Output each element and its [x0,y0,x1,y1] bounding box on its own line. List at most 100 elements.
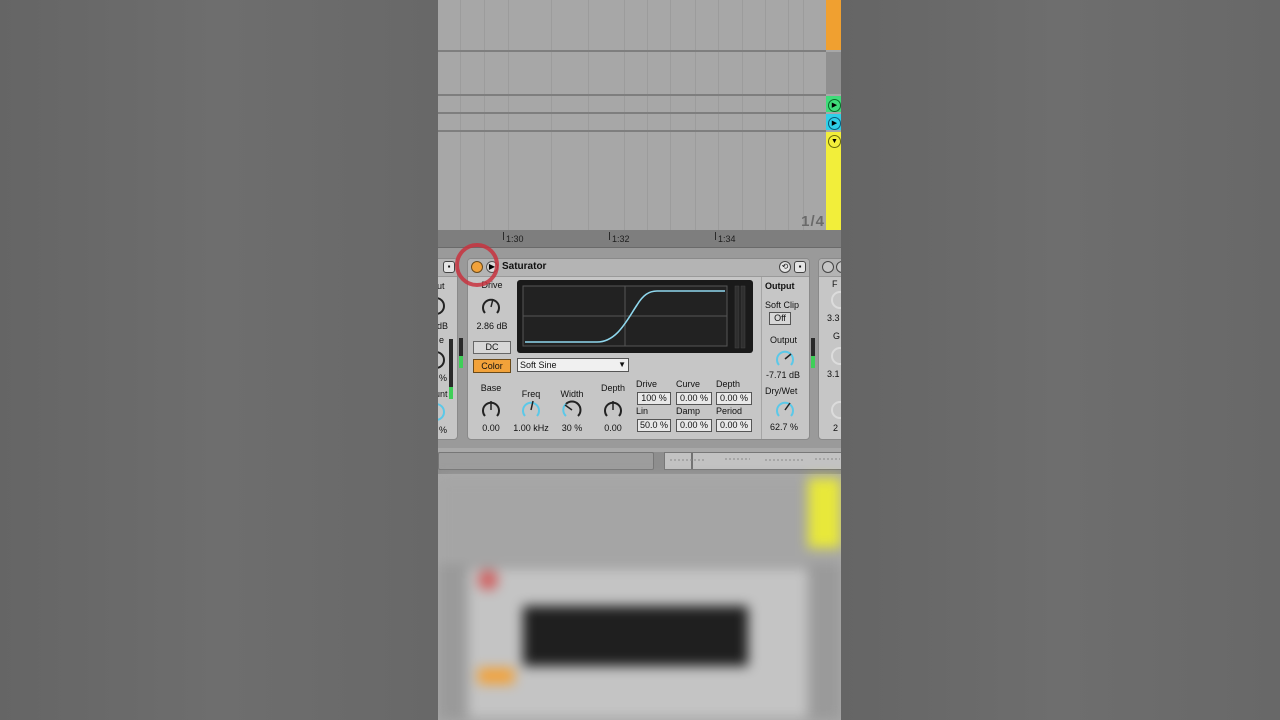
blurred-background-left [0,0,438,720]
device-title: Saturator [502,261,547,272]
grid-line [803,0,804,230]
grid-line [742,0,743,230]
ws-lin-label: Lin [636,406,649,416]
grid-line [460,0,461,230]
base-knob[interactable] [480,399,502,421]
blurred-background-right [841,0,1280,720]
param-label: unt [438,389,448,399]
base-label: Base [480,383,502,393]
ruler-label: 1:34 [718,234,736,244]
grid-line [588,0,589,230]
scrollbar[interactable] [438,452,654,470]
play-icon[interactable]: ▶ [828,99,841,112]
knob[interactable] [438,401,447,423]
soft-clip-label: Soft Clip [765,300,800,310]
ruler-tick [609,232,610,240]
track-divider [438,130,826,132]
drive-knob[interactable] [480,296,502,318]
device-chain: ▪ ut dB e % unt % ▶ Saturator ⟲ ▪ Drive [438,248,841,448]
depth-value: 0.00 [604,423,622,433]
level-meter [811,338,815,368]
param-value: 2 [833,423,839,433]
clip-empty[interactable] [826,52,841,94]
save-icon[interactable]: ▪ [794,261,806,273]
bottom-bar [438,452,841,474]
waveshaper-display [517,280,753,353]
param-value: % [439,373,448,383]
live-screen: ▶ ▶ ▼ 1/4 1:30 1:32 1:34 ▪ ut dB e % unt… [438,0,841,720]
param-label: e [439,335,445,345]
grid-line [765,0,766,230]
play-icon[interactable]: ▶ [828,117,841,130]
ws-curve-label: Curve [676,379,701,389]
ws-drive-label: Drive [636,379,658,389]
ruler-tick [503,232,504,240]
width-value: 30 % [561,423,583,433]
ws-curve-field[interactable]: 0.00 % [676,392,712,405]
drywet-knob[interactable] [774,399,796,421]
grid-line [788,0,789,230]
soft-clip-toggle[interactable]: Off [769,312,791,325]
param-label: G [833,331,841,341]
knob[interactable] [829,289,841,311]
drywet-value: 62.7 % [770,422,799,432]
param-value: 3.3 [827,313,840,323]
grid-line [670,0,671,230]
dc-button[interactable]: DC [473,341,511,354]
highlight-ring [455,243,499,287]
device-titlebar[interactable]: ▶ Saturator ⟲ ▪ [468,259,809,277]
grid-line [551,0,552,230]
knob[interactable] [829,345,841,367]
ws-damp-field[interactable]: 0.00 % [676,419,712,432]
grid-line [718,0,719,230]
time-ruler[interactable]: 1:30 1:32 1:34 [438,230,841,248]
freq-label: Freq [521,389,541,399]
depth-knob[interactable] [602,399,624,421]
track-divider [438,50,826,52]
color-button[interactable]: Color [473,359,511,373]
freq-knob[interactable] [520,399,542,421]
param-label: ut [438,281,445,291]
ws-period-field[interactable]: 0.00 % [716,419,752,432]
clip-orange[interactable] [826,0,841,50]
ws-drive-field[interactable]: 100 % [637,392,671,405]
blurred-duplicate [438,478,841,720]
knob[interactable] [829,399,841,421]
depth-label: Depth [600,383,626,393]
grid-line [508,0,509,230]
hot-swap-icon[interactable]: ⟲ [779,261,791,273]
previous-device[interactable]: ▪ ut dB e % unt % [438,258,458,440]
next-device[interactable]: F 3.3 G 3.1 2 [818,258,841,440]
grid-line [484,0,485,230]
shape-dropdown[interactable]: Soft Sine ▼ [517,358,629,372]
track-divider [438,112,826,114]
output-heading: Output [765,281,795,291]
overview-strip[interactable] [664,452,841,470]
grid-line [624,0,625,230]
ruler-label: 1:30 [506,234,524,244]
device-titlebar [819,259,841,277]
output-value: -7.71 dB [766,370,801,380]
knob[interactable] [438,349,447,371]
saturator-device[interactable]: ▶ Saturator ⟲ ▪ Drive 2.86 dB DC Color S… [467,258,810,440]
level-meter [459,338,463,368]
grid-line [695,0,696,230]
shape-value: Soft Sine [520,360,557,370]
track-divider [438,94,826,96]
ws-depth-field[interactable]: 0.00 % [716,392,752,405]
drive-value: 2.86 dB [476,321,508,331]
width-knob[interactable] [561,399,583,421]
output-knob[interactable] [774,348,796,370]
knob[interactable] [438,295,447,317]
output-label: Output [770,335,798,345]
level-meter [449,339,453,399]
ruler-label: 1:32 [612,234,630,244]
base-value: 0.00 [482,423,500,433]
ws-lin-field[interactable]: 50.0 % [637,419,671,432]
arrangement-view[interactable]: ▶ ▶ ▼ 1/4 [438,0,841,230]
play-icon[interactable] [836,261,841,273]
chevron-down-icon[interactable]: ▼ [828,135,841,148]
ws-period-label: Period [716,406,743,416]
save-icon[interactable]: ▪ [443,261,455,273]
device-on-button[interactable] [822,261,834,273]
